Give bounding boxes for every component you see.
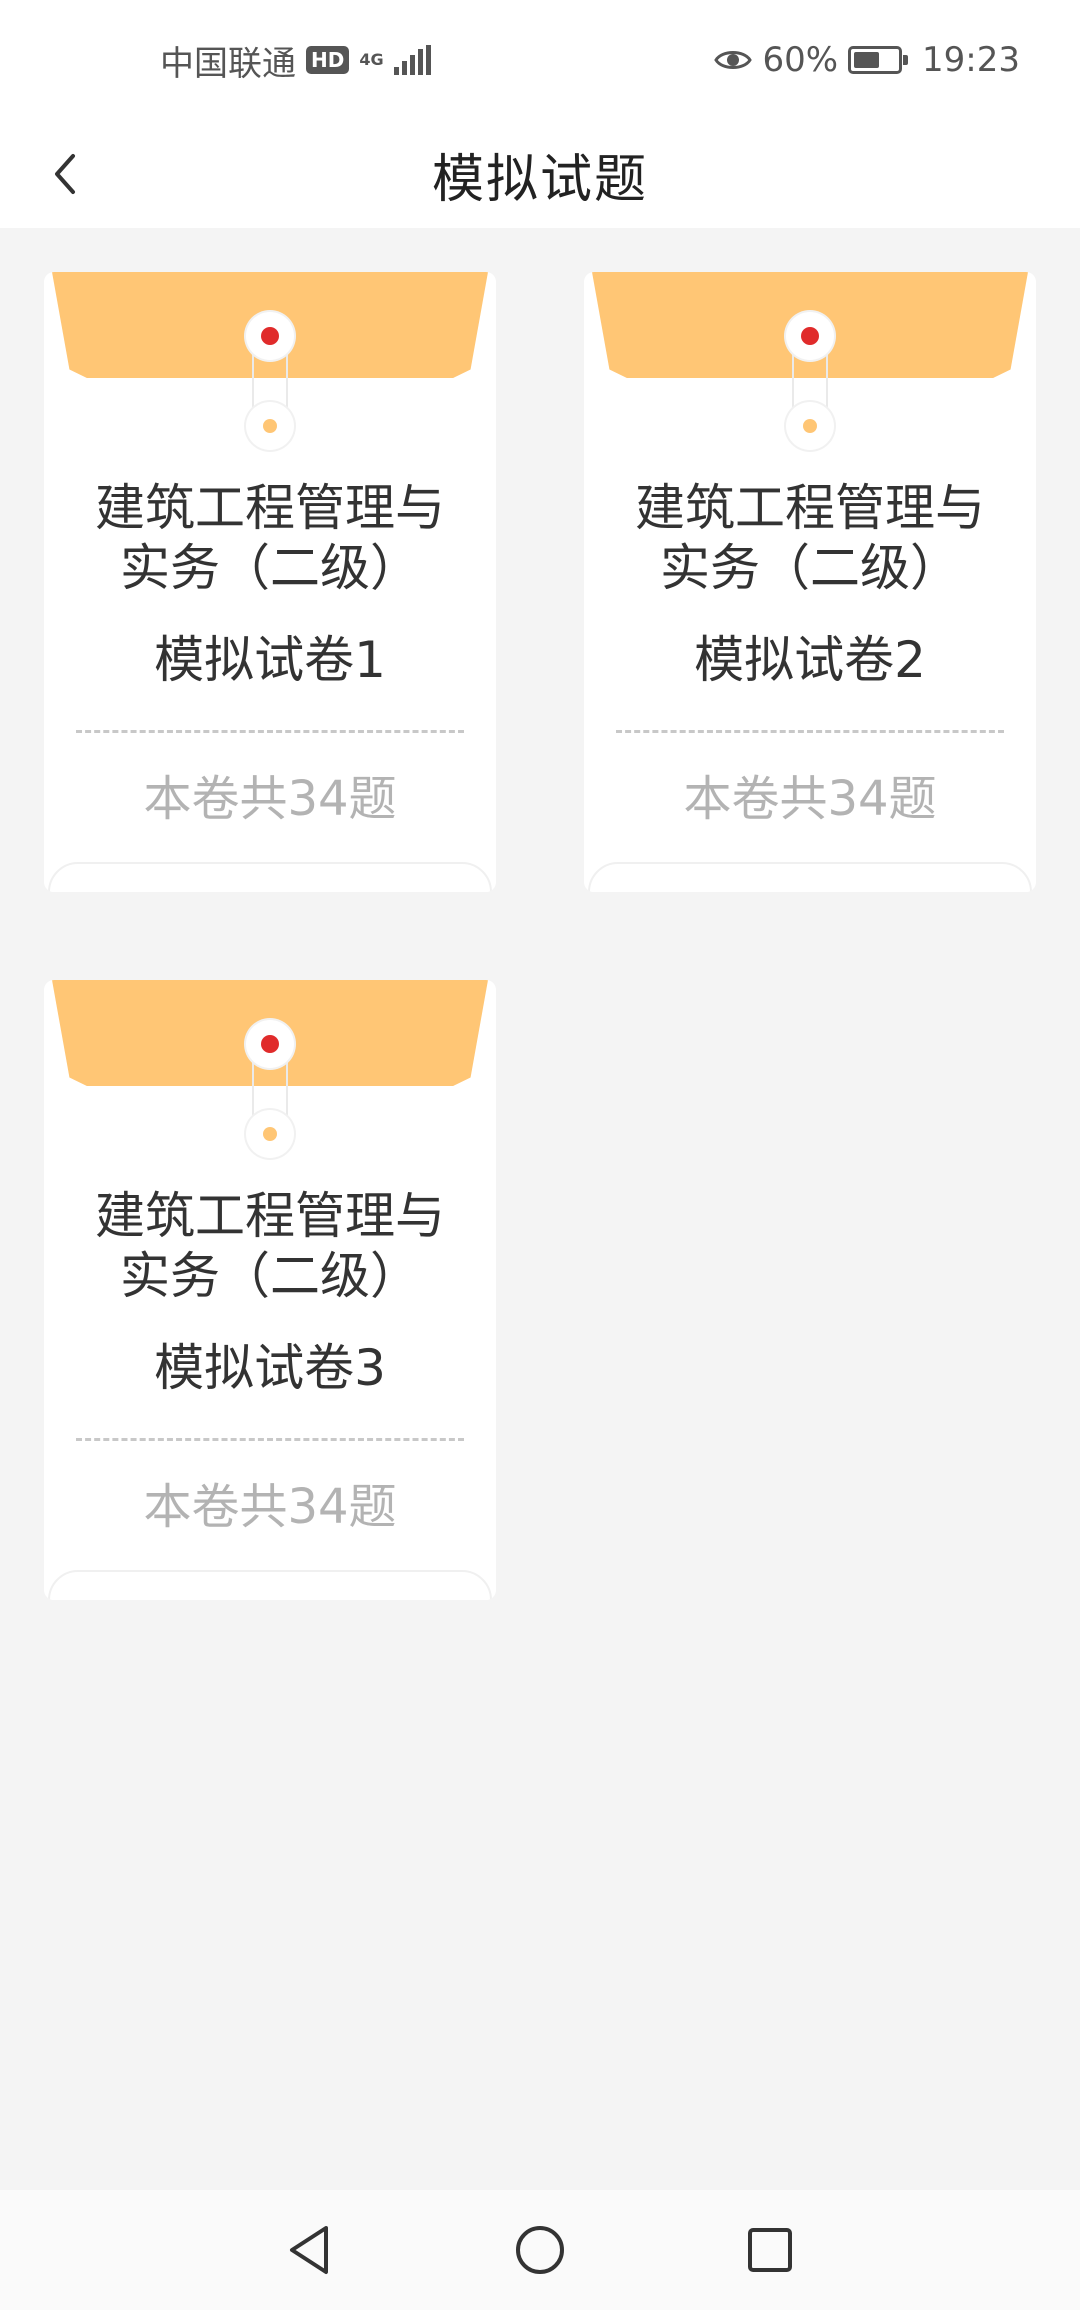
exam-card-2[interactable]: 建筑工程管理与 实务（二级） 模拟试卷2 本卷共34题 (584, 272, 1036, 892)
envelope-button-top (246, 312, 294, 360)
card-title-line1: 建筑工程管理与 (95, 479, 445, 537)
card-title: 建筑工程管理与 实务（二级） (604, 478, 1016, 598)
system-nav-bar (0, 2190, 1080, 2310)
card-paper-name: 模拟试卷1 (154, 631, 386, 689)
card-title-line2: 实务（二级） (120, 1247, 420, 1305)
nav-recents-button[interactable] (740, 2220, 800, 2280)
envelope-button-top (246, 1020, 294, 1068)
exam-card-1[interactable]: 建筑工程管理与 实务（二级） 模拟试卷1 本卷共34题 (44, 272, 496, 892)
chevron-left-icon (55, 154, 75, 194)
card-foot (48, 862, 492, 892)
dashed-divider (616, 730, 1004, 733)
square-recents-icon (748, 2228, 792, 2272)
page-title: 模拟试题 (431, 149, 648, 210)
dashed-divider (76, 730, 464, 733)
hd-badge: HD (306, 46, 350, 74)
nav-home-button[interactable] (510, 2220, 570, 2280)
carrier-name: 中国联通 (160, 43, 296, 84)
card-title: 建筑工程管理与 实务（二级） (64, 478, 476, 598)
question-count: 本卷共34题 (683, 771, 937, 827)
status-left: 中国联通 HD 4G (160, 36, 431, 85)
status-right: 60% 19:23 (714, 40, 1020, 80)
nav-back-button[interactable] (280, 2220, 340, 2280)
card-foot (588, 862, 1032, 892)
card-title: 建筑工程管理与 实务（二级） (64, 1186, 476, 1306)
signal-icon (393, 45, 431, 75)
envelope-button-bottom (246, 1110, 294, 1158)
envelope-button-bottom (246, 402, 294, 450)
card-title-line2: 实务（二级） (120, 539, 420, 597)
card-title-line1: 建筑工程管理与 (635, 479, 985, 537)
app-header: 模拟试题 (0, 120, 1080, 228)
card-paper-name: 模拟试卷2 (694, 631, 926, 689)
battery-percent: 60% (762, 40, 839, 80)
question-count: 本卷共34题 (143, 1479, 397, 1535)
card-title-line2: 实务（二级） (660, 539, 960, 597)
network-type: 4G (359, 50, 384, 69)
eye-icon (714, 51, 753, 69)
envelope-button-bottom (786, 402, 834, 450)
back-button[interactable] (36, 144, 96, 204)
card-title-line1: 建筑工程管理与 (95, 1187, 445, 1245)
question-count: 本卷共34题 (143, 771, 397, 827)
circle-home-icon (516, 2226, 564, 2274)
clock: 19:23 (922, 40, 1020, 80)
dashed-divider (76, 1438, 464, 1441)
status-bar: 中国联通 HD 4G 60% 19:23 (0, 0, 1080, 120)
battery-icon (848, 46, 909, 74)
battery-fill (854, 52, 880, 68)
card-paper-name: 模拟试卷3 (154, 1339, 386, 1397)
envelope-button-top (786, 312, 834, 360)
triangle-back-icon (290, 2226, 328, 2274)
exam-card-3[interactable]: 建筑工程管理与 实务（二级） 模拟试卷3 本卷共34题 (44, 980, 496, 1600)
card-foot (48, 1570, 492, 1600)
